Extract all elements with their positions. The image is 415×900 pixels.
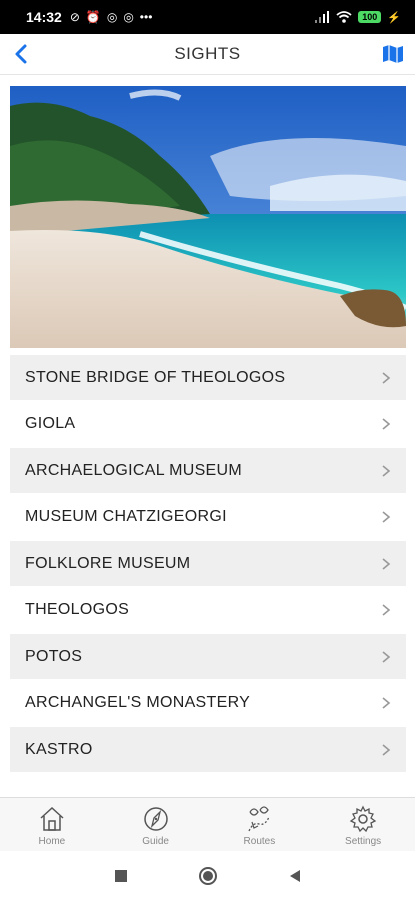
system-navigation-bar — [0, 851, 415, 900]
charging-icon: ⚡ — [387, 11, 401, 24]
wifi-icon — [336, 11, 352, 23]
app-icon: ◎ — [123, 10, 134, 24]
tab-label: Settings — [345, 835, 382, 847]
tab-label: Routes — [243, 835, 276, 847]
tab-guide[interactable]: Guide — [104, 798, 208, 852]
routes-icon — [248, 805, 270, 831]
home-icon — [40, 806, 64, 831]
list-item[interactable]: FOLKLORE MUSEUM — [10, 541, 406, 586]
notification-icon: ⊘ — [69, 10, 80, 24]
list-item-label: POTOS — [25, 647, 83, 665]
tab-home[interactable]: Home — [0, 798, 104, 852]
chevron-right-icon — [382, 697, 391, 709]
tab-routes[interactable]: Routes — [208, 798, 312, 852]
list-item[interactable]: ARCHANGEL'S MONASTERY — [10, 680, 406, 726]
chevron-right-icon — [382, 418, 391, 430]
chevron-right-icon — [382, 604, 391, 616]
sights-list: STONE BRIDGE OF THEOLOGOS GIOLA ARCHAELO… — [10, 355, 406, 774]
list-item[interactable]: THEOLOGOS — [10, 587, 406, 633]
recents-button[interactable] — [114, 869, 128, 883]
chevron-right-icon — [382, 650, 391, 663]
chevron-right-icon — [382, 371, 391, 384]
list-item[interactable]: MUSEUM CHATZIGEORGI — [10, 494, 406, 540]
list-item[interactable]: STONE BRIDGE OF THEOLOGOS — [10, 355, 406, 400]
list-item[interactable]: GIOLA — [10, 401, 406, 447]
tab-label: Guide — [142, 835, 169, 847]
tab-settings[interactable]: Settings — [311, 798, 415, 852]
status-notification-icons: ⊘ ⏰ ◎ ◎ ••• — [70, 11, 153, 23]
list-item[interactable]: POTOS — [10, 634, 406, 679]
list-item-label: MUSEUM CHATZIGEORGI — [25, 508, 227, 525]
battery-icon: 100 — [358, 11, 382, 23]
bottom-tab-bar: Home Guide Routes Settings — [0, 797, 415, 852]
list-item-label: FOLKLORE MUSEUM — [25, 554, 191, 572]
page-title: SIGHTS — [174, 44, 241, 63]
more-icon: ••• — [139, 10, 153, 24]
hero-image — [10, 86, 406, 348]
gear-icon — [349, 805, 377, 832]
signal-icon — [315, 11, 330, 23]
list-item-label: STONE BRIDGE OF THEOLOGOS — [25, 368, 286, 386]
back-button[interactable] — [10, 42, 34, 66]
back-nav-button[interactable] — [288, 869, 302, 883]
map-icon[interactable] — [381, 42, 405, 66]
chevron-right-icon — [382, 464, 391, 477]
app-icon: ◎ — [106, 10, 118, 24]
list-item[interactable]: ARCHAELOGICAL MUSEUM — [10, 448, 406, 493]
list-item-label: ARCHAELOGICAL MUSEUM — [25, 461, 242, 479]
list-item-label: ARCHANGEL'S MONASTERY — [25, 694, 251, 711]
header-bar: SIGHTS — [0, 34, 415, 75]
home-button[interactable] — [198, 866, 218, 886]
chevron-right-icon — [382, 743, 391, 756]
list-item-label: GIOLA — [25, 415, 76, 432]
list-item[interactable]: KASTRO — [10, 727, 406, 772]
status-time: 14:32 — [26, 9, 62, 25]
chevron-right-icon — [382, 557, 391, 570]
alarm-icon: ⏰ — [85, 10, 101, 24]
chevron-right-icon — [382, 511, 391, 523]
list-item-label: THEOLOGOS — [25, 601, 130, 618]
status-bar: 14:32 ⊘ ⏰ ◎ ◎ ••• 100 ⚡ — [0, 0, 415, 34]
tab-label: Home — [38, 835, 66, 847]
compass-icon — [143, 806, 168, 831]
list-item-label: KASTRO — [25, 740, 93, 758]
